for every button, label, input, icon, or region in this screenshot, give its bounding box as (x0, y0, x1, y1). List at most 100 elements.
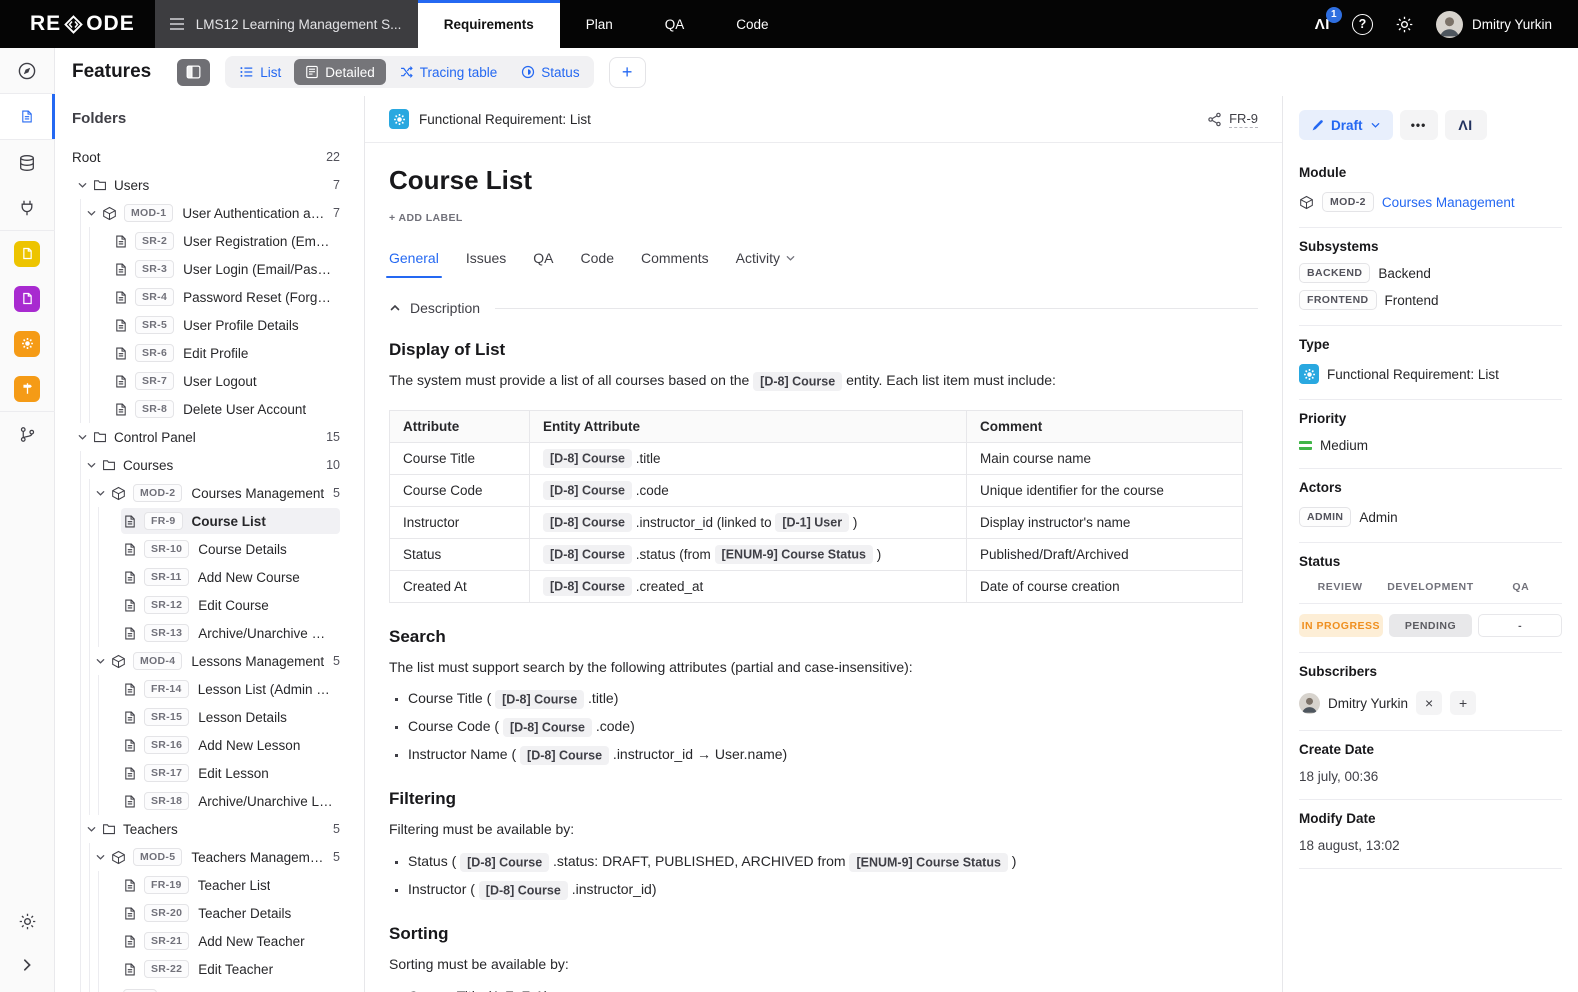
rail-item-compass[interactable] (0, 48, 55, 93)
entity-reference-chip[interactable]: [ENUM-9] Course Status (849, 852, 1008, 872)
project-selector[interactable]: LMS12 Learning Management S... (154, 0, 418, 48)
rail-item-sign-orange[interactable] (0, 366, 55, 411)
tab-comments[interactable]: Comments (641, 250, 709, 268)
ai-assistant-button[interactable]: ΛI 1 (1315, 6, 1342, 33)
entity-reference-chip[interactable]: [D-8] Course (502, 717, 592, 737)
entity-reference-chip[interactable]: [D-8] Course (495, 689, 585, 709)
rail-item-git-branch[interactable] (0, 412, 55, 457)
tree-item-sr-20[interactable]: SR-20 Teacher Details (55, 899, 364, 927)
tree-item-control-panel[interactable]: Control Panel 15 (55, 423, 364, 451)
add-label-button[interactable]: + ADD LABEL (389, 212, 463, 224)
app-logo[interactable]: RE ODE (0, 0, 155, 48)
tree-item-mod-4[interactable]: MOD-4 Lessons Management 5 (55, 647, 364, 675)
tree-item-root[interactable]: Root 22 (55, 143, 364, 171)
tree-item-sr-13[interactable]: SR-13 Archive/Unarchive Course (55, 619, 364, 647)
module-link[interactable]: Courses Management (1382, 195, 1515, 210)
description-toggle[interactable]: Description (389, 300, 1258, 316)
tree-item-sr-22[interactable]: SR-22 Edit Teacher (55, 955, 364, 983)
top-tab-code[interactable]: Code (710, 0, 794, 48)
folders-title: Folders (72, 110, 127, 127)
entity-reference-chip[interactable]: [D-8] Course (543, 481, 633, 501)
tree-item-sr-15[interactable]: SR-15 Lesson Details (55, 703, 364, 731)
tab-activity[interactable]: Activity (736, 250, 796, 268)
tree-item-sr-10[interactable]: SR-10 Course Details (55, 535, 364, 563)
tab-code[interactable]: Code (581, 250, 614, 268)
rail-item-settings-gear[interactable] (0, 902, 55, 940)
tab-general[interactable]: General (386, 250, 442, 278)
rail-item-collapse-chevron[interactable] (0, 946, 55, 984)
rail-item-database[interactable] (0, 140, 55, 185)
bullet-item: Instructor Name ( [D-8] Course .instruct… (408, 744, 1258, 765)
ai-panel-button[interactable]: ΛI (1444, 110, 1487, 140)
entity-reference-chip[interactable]: [D-8] Course (543, 513, 633, 533)
tab-issues[interactable]: Issues (466, 250, 506, 268)
view-button-label: Detailed (325, 64, 375, 80)
tab-label: QA (533, 250, 554, 266)
entity-reference-chip[interactable]: [D-8] Course (543, 449, 633, 469)
tree-item-partial[interactable] (55, 983, 364, 992)
rail-item-pages-purple[interactable] (0, 276, 55, 321)
entity-reference-chip[interactable]: [D-8] Course (543, 545, 633, 565)
settings-gear-icon[interactable] (1395, 15, 1414, 34)
tree-item-fr-19[interactable]: FR-19 Teacher List (55, 871, 364, 899)
tree-item-sr-17[interactable]: SR-17 Edit Lesson (55, 759, 364, 787)
view-button-detailed[interactable]: Detailed (294, 59, 386, 85)
tree-item-sr-6[interactable]: SR-6 Edit Profile (55, 339, 364, 367)
status-badge-in-progress[interactable]: IN PROGRESS (1299, 614, 1383, 637)
document-icon (123, 794, 137, 809)
top-tab-qa[interactable]: QA (639, 0, 711, 48)
tree-item-fr-14[interactable]: FR-14 Lesson List (Admin & Instructor) (55, 675, 364, 703)
tab-qa[interactable]: QA (533, 250, 553, 268)
add-subscriber-button[interactable]: + (1450, 691, 1477, 715)
rail-item-pages-yellow[interactable] (0, 231, 55, 276)
entity-reference-chip[interactable]: [D-1] User (775, 513, 850, 533)
entity-reference-chip[interactable]: [ENUM-9] Course Status (714, 545, 874, 565)
tree-item-sr-7[interactable]: SR-7 User Logout (55, 367, 364, 395)
tree-item-teachers[interactable]: Teachers 5 (55, 815, 364, 843)
share-icon[interactable] (1207, 112, 1222, 127)
tree-item-mod-1[interactable]: MOD-1 User Authentication and Profile 7 (55, 199, 364, 227)
status-dropdown-button[interactable]: Draft (1299, 110, 1393, 140)
tree-item-sr-3[interactable]: SR-3 User Login (Email/Password, Goog… (55, 255, 364, 283)
tree-guide-line (89, 283, 90, 311)
view-button-tracing-table[interactable]: Tracing table (388, 59, 509, 85)
top-tab-plan[interactable]: Plan (560, 0, 639, 48)
document-id[interactable]: FR-9 (1229, 111, 1258, 128)
entity-reference-chip[interactable]: [D-8] Course (543, 577, 633, 597)
tree-item-mod-5[interactable]: MOD-5 Teachers Management 5 (55, 843, 364, 871)
entity-reference-chip[interactable]: [D-8] Course (753, 371, 843, 391)
rail-item-gear-orange[interactable] (0, 321, 55, 366)
sidebar-toggle-button[interactable] (177, 58, 211, 86)
rail-item-requirements-document[interactable] (0, 94, 55, 139)
status-badge-item[interactable]: - (1478, 614, 1562, 637)
user-menu[interactable]: Dmitry Yurkin (1435, 10, 1552, 38)
table-header-entity-attribute: Entity Attribute (529, 409, 967, 443)
tree-item-courses[interactable]: Courses 10 (55, 451, 364, 479)
tree-item-mod-2[interactable]: MOD-2 Courses Management 5 (55, 479, 364, 507)
table-row: Instructor [D-8] Course .instructor_id (l… (389, 505, 1243, 539)
entity-reference-chip[interactable]: [D-8] Course (460, 852, 550, 872)
tree-item-sr-2[interactable]: SR-2 User Registration (Email/Password… (55, 227, 364, 255)
remove-subscriber-button[interactable]: × (1416, 691, 1443, 715)
help-icon[interactable]: ? (1351, 13, 1373, 35)
tree-item-sr-11[interactable]: SR-11 Add New Course (55, 563, 364, 591)
tree-item-users[interactable]: Users 7 (55, 171, 364, 199)
status-badge-pending[interactable]: PENDING (1388, 614, 1473, 637)
tree-item-sr-18[interactable]: SR-18 Archive/Unarchive Lesson (55, 787, 364, 815)
view-button-list[interactable]: List (228, 59, 292, 85)
tree-item-fr-9[interactable]: FR-9 Course List (55, 507, 364, 535)
tree-item-sr-21[interactable]: SR-21 Add New Teacher (55, 927, 364, 955)
entity-reference-chip[interactable]: [D-8] Course (520, 745, 610, 765)
add-view-button[interactable]: + (608, 56, 646, 88)
tree-item-sr-4[interactable]: SR-4 Password Reset (Forgot Password) (55, 283, 364, 311)
view-button-status[interactable]: Status (510, 59, 590, 85)
top-tab-requirements[interactable]: Requirements (417, 0, 560, 48)
tree-item-id-chip: FR-19 (144, 876, 189, 894)
tree-item-sr-16[interactable]: SR-16 Add New Lesson (55, 731, 364, 759)
tree-item-sr-12[interactable]: SR-12 Edit Course (55, 591, 364, 619)
rail-item-plug[interactable] (0, 185, 55, 230)
entity-reference-chip[interactable]: [D-8] Course (478, 880, 568, 900)
tree-item-sr-8[interactable]: SR-8 Delete User Account (55, 395, 364, 423)
tree-item-sr-5[interactable]: SR-5 User Profile Details (55, 311, 364, 339)
more-actions-button[interactable]: ••• (1399, 110, 1438, 140)
